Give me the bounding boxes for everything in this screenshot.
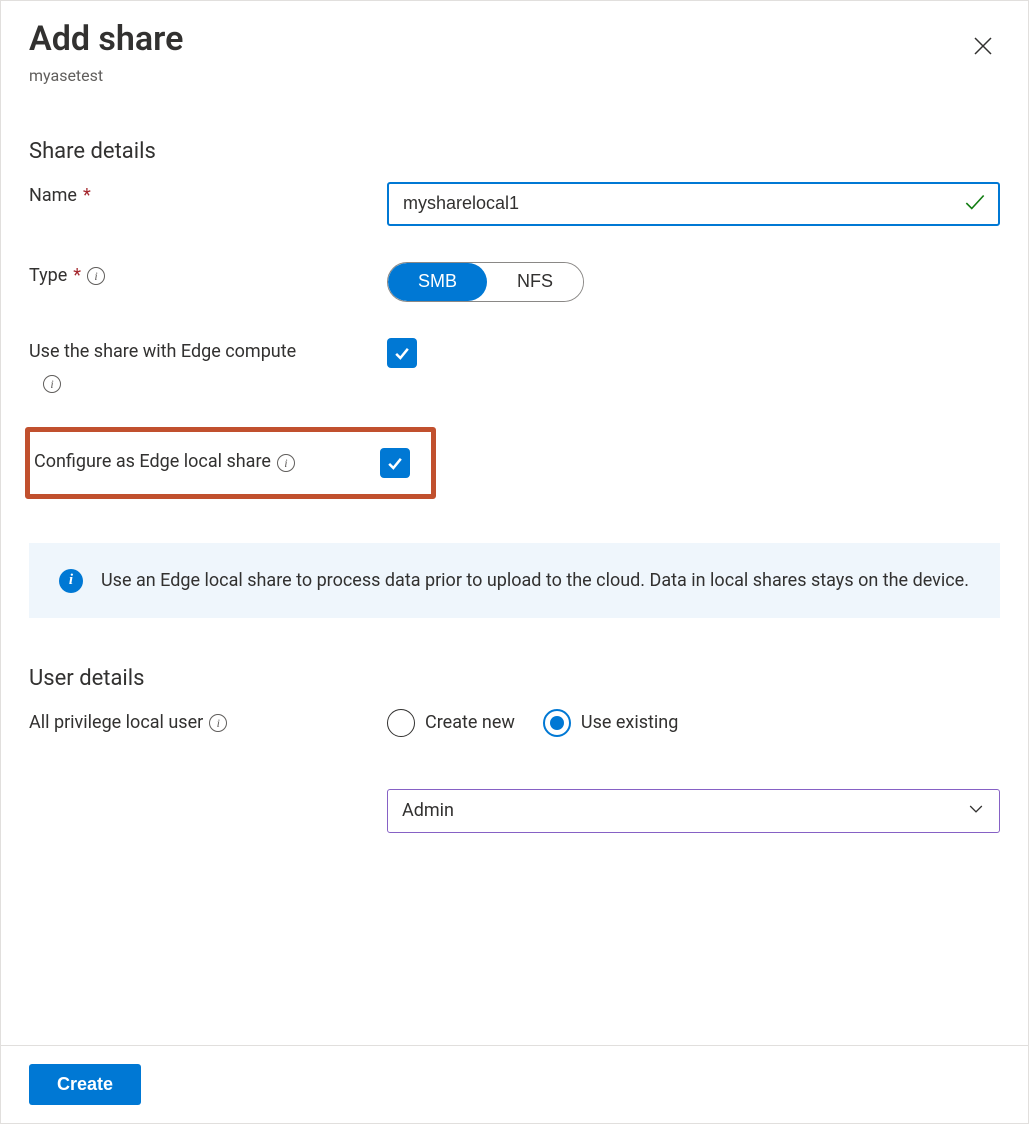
section-user-details: User details (29, 666, 1000, 691)
info-icon[interactable]: i (277, 454, 295, 472)
info-filled-icon: i (59, 569, 83, 593)
local-user-radio-group: Create new Use existing (387, 709, 1000, 737)
type-option-smb[interactable]: SMB (388, 263, 487, 301)
radio-use-existing[interactable]: Use existing (543, 709, 678, 737)
name-label: Name (29, 182, 77, 211)
type-option-nfs[interactable]: NFS (487, 263, 583, 301)
footer: Create (1, 1045, 1028, 1123)
local-user-label: All privilege local user (29, 709, 203, 738)
info-bar-text: Use an Edge local share to process data … (101, 567, 969, 594)
radio-icon (387, 709, 415, 737)
close-button[interactable] (966, 29, 1000, 66)
info-icon[interactable]: i (87, 267, 105, 285)
local-user-select[interactable]: Admin (387, 789, 1000, 833)
type-toggle: SMB NFS (387, 262, 584, 302)
info-bar: i Use an Edge local share to process dat… (29, 543, 1000, 618)
page-subtitle: myasetest (29, 66, 183, 85)
create-button[interactable]: Create (29, 1064, 141, 1105)
edge-compute-checkbox[interactable] (387, 338, 417, 368)
valid-check-icon (962, 189, 988, 219)
check-icon (392, 343, 412, 363)
chevron-down-icon (966, 798, 986, 823)
info-icon[interactable]: i (43, 375, 61, 393)
required-asterisk: * (83, 182, 91, 211)
local-user-select-value: Admin (402, 800, 454, 821)
radio-create-new[interactable]: Create new (387, 709, 515, 737)
edge-local-checkbox[interactable] (380, 448, 410, 478)
edge-local-label: Configure as Edge local share (34, 448, 271, 477)
type-label: Type (29, 262, 67, 291)
page-title: Add share (29, 19, 183, 60)
required-asterisk: * (73, 262, 81, 291)
section-share-details: Share details (29, 139, 1000, 164)
name-input[interactable] (387, 182, 1000, 226)
check-icon (385, 453, 405, 473)
close-icon (972, 35, 994, 57)
info-icon[interactable]: i (209, 714, 227, 732)
edge-local-highlight: Configure as Edge local share i (25, 427, 436, 499)
edge-compute-label: Use the share with Edge compute (29, 338, 296, 367)
radio-create-new-label: Create new (425, 712, 515, 733)
radio-icon (543, 709, 571, 737)
radio-use-existing-label: Use existing (581, 712, 678, 733)
